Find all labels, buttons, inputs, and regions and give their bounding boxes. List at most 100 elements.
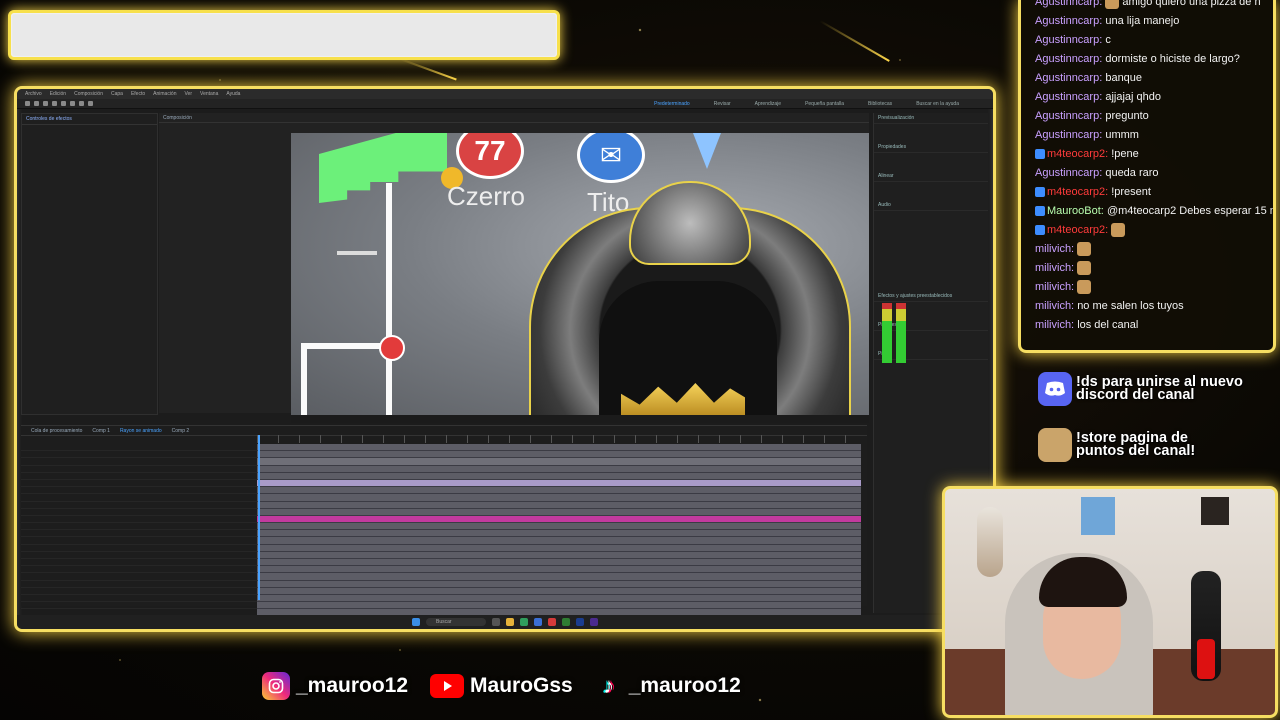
workspace-tab[interactable]: Aprendizaje xyxy=(755,101,781,107)
taskbar-search[interactable]: Buscar xyxy=(426,618,486,626)
tool-icon[interactable] xyxy=(61,101,66,106)
menu-item[interactable]: Ayuda xyxy=(226,91,240,97)
chat-username[interactable]: Agustinncarp: xyxy=(1035,167,1102,179)
chat-username[interactable]: Agustinncarp: xyxy=(1035,0,1102,8)
chat-username[interactable]: Agustinncarp: xyxy=(1035,129,1102,141)
timeline-tab[interactable]: Comp 1 xyxy=(92,428,110,434)
tool-icon[interactable] xyxy=(88,101,93,106)
chat-username[interactable]: milivich: xyxy=(1035,262,1074,274)
layer-row[interactable] xyxy=(21,581,257,588)
layer-row[interactable] xyxy=(21,466,257,473)
layer-track-bar[interactable] xyxy=(257,515,861,524)
chat-username[interactable]: Agustinncarp: xyxy=(1035,110,1102,122)
layer-row[interactable] xyxy=(21,516,257,524)
chat-username[interactable]: m4teocarp2: xyxy=(1047,224,1108,236)
layer-row[interactable] xyxy=(21,537,257,545)
layer-row[interactable] xyxy=(21,559,257,567)
chat-username[interactable]: Agustinncarp: xyxy=(1035,72,1102,84)
layer-track-bar[interactable] xyxy=(257,580,861,588)
chat-username[interactable]: Agustinncarp: xyxy=(1035,34,1102,46)
layer-track-bar[interactable] xyxy=(257,444,861,452)
chat-username[interactable]: Agustinncarp: xyxy=(1035,53,1102,65)
chat-username[interactable]: milivich: xyxy=(1035,300,1074,312)
playhead[interactable] xyxy=(258,435,260,600)
tool-icon[interactable] xyxy=(52,101,57,106)
tab-effect-controls[interactable]: Controles de efectos xyxy=(22,114,157,125)
menu-item[interactable]: Capa xyxy=(111,91,123,97)
chat-username[interactable]: m4teocarp2: xyxy=(1047,148,1108,160)
layer-row[interactable] xyxy=(21,530,257,538)
workspace-tab[interactable]: Revisar xyxy=(714,101,731,107)
layer-row[interactable] xyxy=(21,494,257,502)
layer-track-bar[interactable] xyxy=(257,530,861,538)
app-icon[interactable] xyxy=(548,618,556,626)
layer-track-bar[interactable] xyxy=(257,566,861,574)
layer-row[interactable] xyxy=(21,502,257,509)
tool-icon[interactable] xyxy=(25,101,30,106)
composition-viewer[interactable]: 77 ✉ Czerro Tito xyxy=(291,133,869,415)
layer-track-bar[interactable] xyxy=(257,544,861,552)
chat-username[interactable]: MaurooBot: xyxy=(1047,205,1104,217)
layer-track-bar[interactable] xyxy=(257,602,861,610)
browser-icon[interactable] xyxy=(520,618,528,626)
app-icon[interactable] xyxy=(492,618,500,626)
layer-row[interactable] xyxy=(21,473,257,480)
timeline-tab[interactable]: Cola de procesamiento xyxy=(31,428,82,434)
timeline-tab[interactable]: Rayon se animado xyxy=(120,428,162,434)
timeline-ruler[interactable] xyxy=(257,435,861,443)
layer-track-bar[interactable] xyxy=(257,537,861,545)
layer-row[interactable] xyxy=(21,509,257,516)
layer-track-bar[interactable] xyxy=(257,487,861,495)
app-icon[interactable] xyxy=(534,618,542,626)
windows-start-icon[interactable] xyxy=(412,618,420,626)
workspace-tab[interactable]: Predeterminado xyxy=(654,101,690,107)
folder-icon[interactable] xyxy=(506,618,514,626)
layer-row[interactable] xyxy=(21,444,257,452)
layer-row[interactable] xyxy=(21,595,257,603)
chat-username[interactable]: milivich: xyxy=(1035,319,1074,331)
layer-track-bar[interactable] xyxy=(257,472,861,480)
menu-item[interactable]: Archivo xyxy=(25,91,42,97)
menu-item[interactable]: Ventana xyxy=(200,91,218,97)
menu-item[interactable]: Ver xyxy=(185,91,193,97)
chat-username[interactable]: Agustinncarp: xyxy=(1035,91,1102,103)
layer-row[interactable] xyxy=(21,566,257,574)
chat-username[interactable]: milivich: xyxy=(1035,243,1074,255)
layer-track-bar[interactable] xyxy=(257,451,861,459)
app-icon[interactable] xyxy=(562,618,570,626)
layer-track-bar[interactable] xyxy=(257,494,861,502)
menu-item[interactable]: Composición xyxy=(74,91,103,97)
layer-track-bar[interactable] xyxy=(257,551,861,559)
panel-section-header[interactable]: Previsualización xyxy=(874,113,988,124)
layer-track-bar[interactable] xyxy=(257,501,861,509)
workspace-tab[interactable]: Buscar en la ayuda xyxy=(916,101,959,107)
layer-track-bar[interactable] xyxy=(257,523,861,531)
tool-icon[interactable] xyxy=(43,101,48,106)
layer-track-bar[interactable] xyxy=(257,573,861,581)
after-effects-icon[interactable] xyxy=(590,618,598,626)
photoshop-icon[interactable] xyxy=(576,618,584,626)
layer-row[interactable] xyxy=(21,552,257,559)
layer-row[interactable] xyxy=(21,458,257,466)
layer-row[interactable] xyxy=(21,573,257,581)
layer-track-bar[interactable] xyxy=(257,508,861,516)
layer-row[interactable] xyxy=(21,588,257,595)
layer-track-bar[interactable] xyxy=(257,465,861,473)
tool-icon[interactable] xyxy=(34,101,39,106)
layer-row[interactable] xyxy=(21,545,257,552)
workspace-tab[interactable]: Pequeña pantalla xyxy=(805,101,844,107)
chat-username[interactable]: Agustinncarp: xyxy=(1035,15,1102,27)
layer-track-bar[interactable] xyxy=(257,587,861,595)
tab-composition[interactable]: Composición xyxy=(163,115,192,121)
layer-row[interactable] xyxy=(21,451,257,459)
layer-track-bar[interactable] xyxy=(257,559,861,567)
tool-icon[interactable] xyxy=(70,101,75,106)
panel-section-header[interactable]: Audio xyxy=(874,200,988,211)
layer-row[interactable] xyxy=(21,487,257,495)
layer-row[interactable] xyxy=(21,480,257,488)
layer-track-bar[interactable] xyxy=(257,594,861,603)
tool-icon[interactable] xyxy=(79,101,84,106)
menu-item[interactable]: Efecto xyxy=(131,91,145,97)
layer-track-bar[interactable] xyxy=(257,479,861,488)
timeline-tab[interactable]: Comp 2 xyxy=(172,428,190,434)
